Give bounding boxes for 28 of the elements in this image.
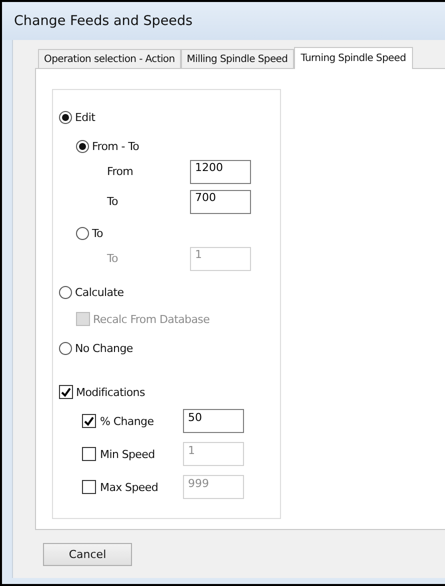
radio-label: To xyxy=(92,226,103,240)
radio-button[interactable] xyxy=(59,110,72,124)
radio-button[interactable] xyxy=(59,342,72,354)
radio-label: Edit xyxy=(75,110,96,124)
input-field[interactable]: 700 xyxy=(190,190,251,214)
tab[interactable]: Milling Spindle Speed xyxy=(180,49,294,68)
radio-label: Calculate xyxy=(75,286,124,298)
tab[interactable]: Operation selection - Action xyxy=(38,49,181,68)
input-field[interactable]: 1200 xyxy=(190,160,251,184)
radio-label: No Change xyxy=(75,342,133,354)
checkbox-label: Max Speed xyxy=(100,480,160,494)
checkbox-label: Recalc From Database xyxy=(93,312,210,326)
window-title: Change Feeds and Speeds xyxy=(14,13,193,29)
checkbox-label: Modifications xyxy=(76,386,145,398)
checkbox[interactable] xyxy=(82,414,96,428)
radio-label: From - To xyxy=(92,140,140,152)
checkbox[interactable] xyxy=(59,385,73,399)
cancel-button[interactable]: Cancel xyxy=(43,543,132,566)
checkbox-label: Min Speed xyxy=(100,448,156,460)
checkbox-label: % Change xyxy=(100,414,155,428)
tab[interactable]: Turning Spindle Speed xyxy=(294,47,413,69)
field-label: To xyxy=(107,252,119,265)
radio-button[interactable] xyxy=(59,286,72,298)
input-field[interactable]: 50 xyxy=(183,409,244,433)
field-label: To xyxy=(107,195,119,208)
radio-button[interactable] xyxy=(76,140,89,152)
radio-button[interactable] xyxy=(76,226,89,240)
field-label: From xyxy=(107,165,134,178)
